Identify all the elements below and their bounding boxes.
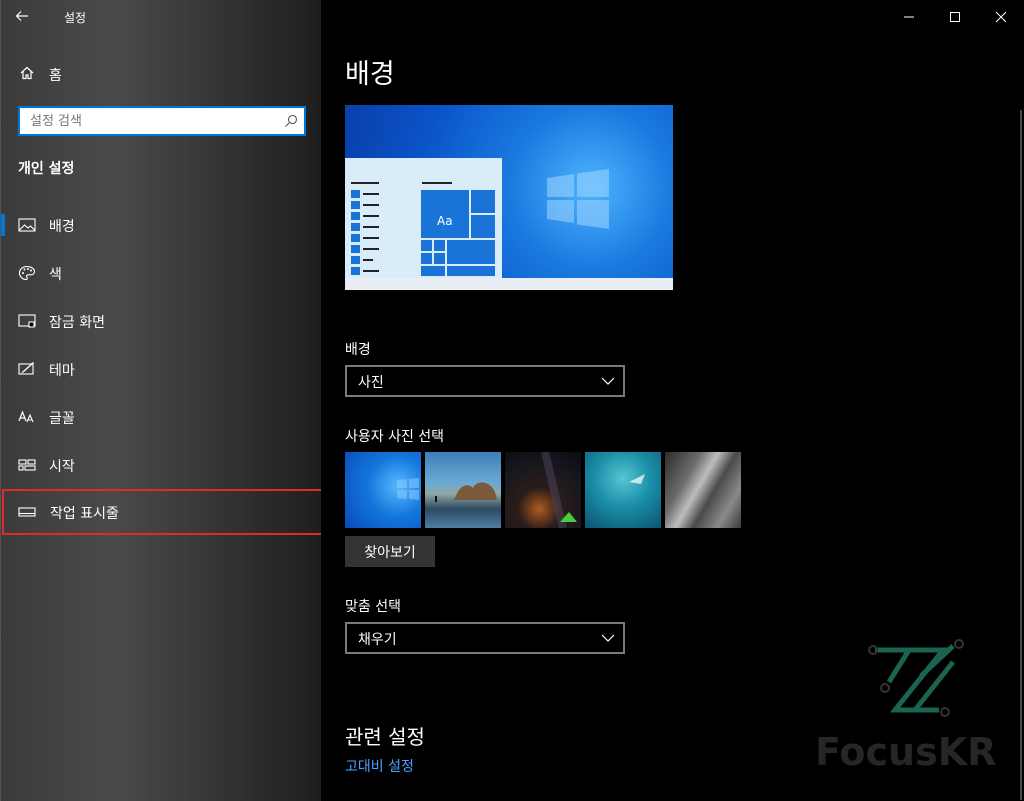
picture-thumbnails xyxy=(345,452,745,528)
font-icon xyxy=(18,410,34,423)
maximize-icon xyxy=(950,12,960,22)
preview-tile-label: Aa xyxy=(437,214,453,228)
home-nav-item[interactable]: 홈 xyxy=(1,58,322,90)
main-panel: 배경 Aa 배경 사진 사용자 사진 선택 찾아보기 맞춤 선택 채우기 관련 … xyxy=(321,0,1024,801)
picture-thumbnail[interactable] xyxy=(425,452,501,528)
related-settings-title: 관련 설정 xyxy=(345,725,425,749)
search-input[interactable] xyxy=(20,108,276,134)
sidebar-item-lock-screen[interactable]: 잠금 화면 xyxy=(1,298,322,344)
home-icon xyxy=(20,66,34,80)
start-menu-preview: Aa xyxy=(345,158,502,278)
palette-icon xyxy=(18,265,36,281)
background-dropdown-value: 사진 xyxy=(358,375,384,391)
image-icon xyxy=(18,218,36,232)
back-arrow-icon xyxy=(15,11,28,21)
sidebar-item-fonts[interactable]: 글꼴 xyxy=(1,394,322,440)
sidebar-item-label: 글꼴 xyxy=(49,411,75,427)
sidebar-item-label: 테마 xyxy=(49,363,75,379)
taskbar-icon xyxy=(18,507,36,517)
fit-dropdown[interactable]: 채우기 xyxy=(345,622,625,654)
maximize-button[interactable] xyxy=(932,0,978,34)
beach-rock-scene xyxy=(435,482,497,502)
sidebar-item-label: 잠금 화면 xyxy=(49,315,105,331)
choose-picture-label: 사용자 사진 선택 xyxy=(345,429,445,445)
windows-logo-icon xyxy=(397,478,419,500)
picture-thumbnail[interactable] xyxy=(665,452,741,528)
start-menu-tiles xyxy=(351,182,495,276)
page-title: 배경 xyxy=(345,59,395,90)
sidebar-item-label: 색 xyxy=(49,267,62,283)
sidebar-item-themes[interactable]: 테마 xyxy=(1,346,322,392)
app-title: 설정 xyxy=(64,11,87,25)
minimize-icon xyxy=(904,16,914,18)
sidebar: 설정 홈 개인 설정 배경 색 잠금 화면 xyxy=(0,0,324,801)
sidebar-item-label: 작업 표시줄 xyxy=(50,506,119,522)
sidebar-item-colors[interactable]: 색 xyxy=(1,250,322,296)
night-tent-scene xyxy=(541,452,577,528)
background-preview: Aa xyxy=(345,105,673,290)
back-button[interactable] xyxy=(15,8,37,26)
background-dropdown[interactable]: 사진 xyxy=(345,365,625,397)
close-button[interactable] xyxy=(978,0,1024,34)
scrollbar[interactable] xyxy=(1020,110,1022,800)
search-box xyxy=(18,106,306,136)
browse-button[interactable]: 찾아보기 xyxy=(345,536,435,567)
window-controls xyxy=(886,0,1024,34)
preview-taskbar xyxy=(345,278,673,290)
watermark-text: FocusKR xyxy=(815,730,997,774)
chevron-down-icon xyxy=(601,634,615,642)
high-contrast-settings-link[interactable]: 고대비 설정 xyxy=(345,756,414,776)
sidebar-item-label: 배경 xyxy=(49,219,75,235)
sidebar-item-start[interactable]: 시작 xyxy=(1,442,322,488)
windows-logo-icon xyxy=(547,169,609,229)
minimize-button[interactable] xyxy=(886,0,932,34)
focuskr-watermark: FocusKR xyxy=(815,636,1005,781)
sidebar-item-taskbar[interactable]: 작업 표시줄 xyxy=(2,489,324,535)
focuskr-logo-icon xyxy=(868,639,964,717)
lock-screen-icon xyxy=(18,314,36,328)
theme-icon xyxy=(18,362,34,375)
picture-thumbnail[interactable] xyxy=(345,452,421,528)
title-bar: 설정 xyxy=(1,0,322,34)
sidebar-item-background[interactable]: 배경 xyxy=(1,202,322,248)
underwater-scene xyxy=(629,474,645,484)
search-icon[interactable] xyxy=(284,114,298,128)
fit-field-label: 맞춤 선택 xyxy=(345,599,401,615)
background-field-label: 배경 xyxy=(345,342,371,358)
home-label: 홈 xyxy=(49,68,62,84)
chevron-down-icon xyxy=(601,377,615,385)
close-icon xyxy=(995,11,1007,23)
start-icon xyxy=(18,459,36,471)
fit-dropdown-value: 채우기 xyxy=(358,632,397,648)
section-title: 개인 설정 xyxy=(18,161,75,177)
sidebar-item-label: 시작 xyxy=(49,459,75,475)
picture-thumbnail[interactable] xyxy=(505,452,581,528)
picture-thumbnail[interactable] xyxy=(585,452,661,528)
